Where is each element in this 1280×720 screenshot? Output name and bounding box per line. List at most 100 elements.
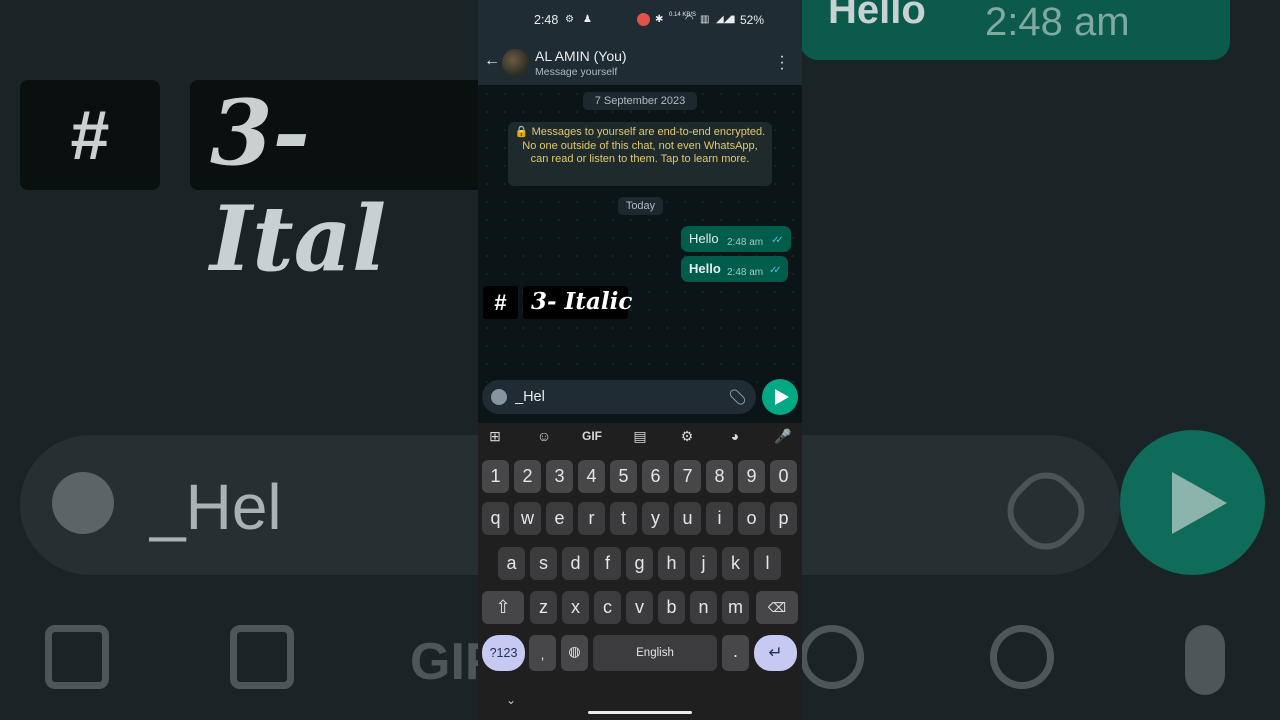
message-time: 2:48 am <box>727 237 764 248</box>
bg-send-icon <box>1120 430 1265 575</box>
hide-keyboard-icon[interactable]: ⌄ <box>506 693 516 707</box>
key-f[interactable]: f <box>594 547 621 580</box>
mic-icon[interactable]: 🎤 <box>772 427 794 445</box>
bg-sticker-icon <box>230 625 294 689</box>
chat-header: ← AL AMIN (You) Message yourself · · · <box>478 40 802 85</box>
key-a[interactable]: a <box>498 547 525 580</box>
bg-palette-icon <box>990 625 1054 689</box>
avatar[interactable] <box>502 49 529 76</box>
key-6[interactable]: 6 <box>642 460 669 493</box>
key-d[interactable]: d <box>562 547 589 580</box>
contact-name[interactable]: AL AMIN (You) <box>535 48 627 64</box>
status-time: 2:48 <box>534 13 559 27</box>
key-p[interactable]: p <box>770 502 797 535</box>
overlay-hash: # <box>483 286 518 319</box>
recording-icon <box>637 13 650 26</box>
battery-percent: 52% <box>740 13 765 27</box>
gear-icon[interactable]: ⚙ <box>676 427 698 445</box>
key-3[interactable]: 3 <box>546 460 573 493</box>
enter-key[interactable]: ↵ <box>754 635 797 671</box>
space-key[interactable]: English <box>593 635 717 671</box>
key-1[interactable]: 1 <box>482 460 509 493</box>
key-l[interactable]: l <box>754 547 781 580</box>
key-j[interactable]: j <box>690 547 717 580</box>
message-text: Hello <box>689 261 721 276</box>
back-arrow-icon[interactable]: ← <box>484 52 500 70</box>
notification-status-icon: ♟ <box>583 14 592 25</box>
bg-gear-icon <box>800 625 864 689</box>
date-pill: 7 September 2023 <box>583 92 697 110</box>
key-5[interactable]: 5 <box>610 460 637 493</box>
keyboard: ⊞ ☺ GIF ▤ ⚙ ◕ 🎤 1 2 3 4 5 6 7 8 9 0 q w … <box>478 423 802 720</box>
key-h[interactable]: h <box>658 547 685 580</box>
overlay-title: 3- Italic <box>523 286 632 319</box>
today-pill: Today <box>618 197 663 215</box>
contact-subtitle: Message yourself <box>535 66 618 78</box>
send-button[interactable] <box>762 379 798 415</box>
key-k[interactable]: k <box>722 547 749 580</box>
apps-grid-icon[interactable]: ⊞ <box>484 427 506 445</box>
attach-icon[interactable] <box>727 387 748 407</box>
key-y[interactable]: y <box>642 502 669 535</box>
period-key[interactable]: . <box>722 635 749 671</box>
message-input[interactable] <box>515 386 715 408</box>
emoji-icon[interactable] <box>491 389 507 405</box>
settings-status-icon: ⚙ <box>565 14 574 25</box>
gif-icon[interactable]: GIF <box>579 427 605 445</box>
key-i[interactable]: i <box>706 502 733 535</box>
key-t[interactable]: t <box>610 502 637 535</box>
key-r[interactable]: r <box>578 502 605 535</box>
palette-icon[interactable]: ◕ <box>724 427 746 445</box>
key-z[interactable]: z <box>530 591 557 624</box>
volte-icon: ▥ <box>700 14 710 25</box>
bg-input-text: _Hel <box>150 471 282 543</box>
key-s[interactable]: s <box>530 547 557 580</box>
key-u[interactable]: u <box>674 502 701 535</box>
key-v[interactable]: v <box>626 591 653 624</box>
key-4[interactable]: 4 <box>578 460 605 493</box>
symbols-key[interactable]: ?123 <box>482 635 525 671</box>
globe-icon[interactable]: ◍ <box>561 635 588 671</box>
key-g[interactable]: g <box>626 547 653 580</box>
key-n[interactable]: n <box>690 591 717 624</box>
sticker-icon[interactable]: ☺ <box>533 427 555 445</box>
clipboard-icon[interactable]: ▤ <box>629 427 651 445</box>
encryption-notice[interactable]: 🔒 Messages to yourself are end-to-end en… <box>508 122 772 186</box>
phone-screen: 2:48 ⚙ ♟ ✱ 0.14 KB/S ◠ ▥ ◢◢ ▮ 52% ← AL A… <box>478 0 802 720</box>
message-text: Hello <box>689 231 719 246</box>
message-input-box[interactable] <box>482 380 756 414</box>
key-c[interactable]: c <box>594 591 621 624</box>
key-2[interactable]: 2 <box>514 460 541 493</box>
bg-title-label: 3- Ital <box>190 80 490 292</box>
key-w[interactable]: w <box>514 502 541 535</box>
input-bar <box>478 379 802 423</box>
message-time: 2:48 am <box>727 267 764 278</box>
key-q[interactable]: q <box>482 502 509 535</box>
gesture-nav-bar[interactable] <box>588 711 692 714</box>
bg-emoji-icon <box>52 472 114 534</box>
read-tick-icon: ✓✓ <box>771 235 784 246</box>
chat-area[interactable]: 7 September 2023 🔒 Messages to yourself … <box>478 85 802 383</box>
more-options-icon[interactable]: · · · <box>778 49 786 77</box>
key-0[interactable]: 0 <box>770 460 797 493</box>
read-tick-icon: ✓✓ <box>769 265 782 276</box>
key-o[interactable]: o <box>738 502 765 535</box>
battery-icon: ▮ <box>730 14 736 25</box>
message-bubble[interactable]: Hello 2:48 am ✓✓ <box>681 256 788 282</box>
key-8[interactable]: 8 <box>706 460 733 493</box>
bluetooth-icon: ✱ <box>655 14 664 25</box>
bg-mic-icon <box>1185 625 1225 695</box>
comma-key[interactable]: , <box>529 635 556 671</box>
key-m[interactable]: m <box>722 591 749 624</box>
key-x[interactable]: x <box>562 591 589 624</box>
shift-key[interactable]: ⇧ <box>482 591 524 624</box>
key-b[interactable]: b <box>658 591 685 624</box>
key-e[interactable]: e <box>546 502 573 535</box>
key-9[interactable]: 9 <box>738 460 765 493</box>
wifi-icon: ◠ <box>685 14 694 25</box>
bg-hash-label: # <box>20 80 160 190</box>
key-7[interactable]: 7 <box>674 460 701 493</box>
bg-hello-text: Hello <box>828 0 926 32</box>
message-bubble[interactable]: Hello 2:48 am ✓✓ <box>681 226 791 252</box>
backspace-key[interactable]: ⌫ <box>756 591 798 624</box>
